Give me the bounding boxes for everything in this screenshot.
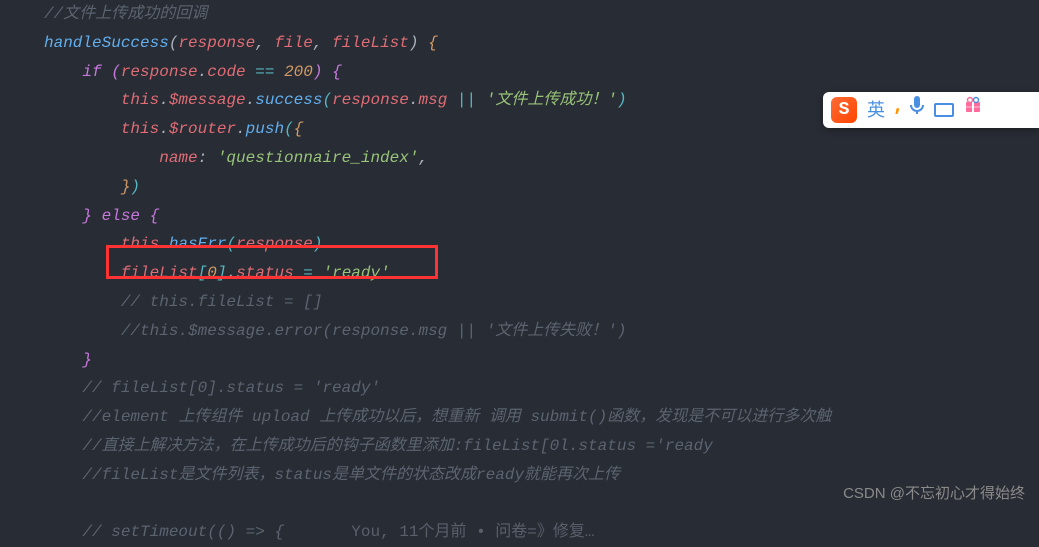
ime-punctuation-icon[interactable]: ⸴ — [895, 92, 900, 128]
comment: // fileList[0].status = 'ready' — [82, 379, 380, 397]
code-line: // this.fileList = [] — [44, 288, 1039, 317]
comment: //文件上传成功的回调 — [44, 5, 207, 23]
comment: // this.fileList = [] — [121, 293, 323, 311]
param: file — [274, 34, 312, 52]
keyword: else — [102, 207, 140, 225]
method: success — [255, 91, 322, 109]
this-keyword: this — [121, 235, 159, 253]
property: status — [236, 264, 294, 282]
comment: //直接上解决方法，在上传成功后的钩子函数里添加:fileList[0l.sta… — [82, 437, 712, 455]
keyboard-icon[interactable] — [934, 103, 954, 117]
this-keyword: this — [121, 120, 159, 138]
microphone-icon[interactable] — [910, 96, 924, 125]
csdn-watermark: CSDN @不忘初心才得始终 — [843, 480, 1025, 507]
number: 200 — [284, 63, 313, 81]
property: code — [207, 63, 245, 81]
object-key: name — [159, 149, 197, 167]
code-editor[interactable]: //文件上传成功的回调 handleSuccess(response, file… — [0, 0, 1039, 547]
code-line: }) — [44, 173, 1039, 202]
variable: response — [121, 63, 198, 81]
property: $router — [169, 120, 236, 138]
code-line: //element 上传组件 upload 上传成功以后，想重新 调用 subm… — [44, 403, 1039, 432]
code-line: } — [44, 346, 1039, 375]
code-line: } else { — [44, 202, 1039, 231]
code-line: name: 'questionnaire_index', — [44, 144, 1039, 173]
code-line: //this.$message.error(response.msg || '文… — [44, 317, 1039, 346]
property: msg — [419, 91, 448, 109]
code-line: handleSuccess(response, file, fileList) … — [44, 29, 1039, 58]
string: 'ready' — [323, 264, 390, 282]
comment: //this.$message.error(response.msg || '文… — [121, 322, 627, 340]
code-line: this.hasErr(response) — [44, 230, 1039, 259]
param: response — [178, 34, 255, 52]
code-line: // fileList[0].status = 'ready' — [44, 374, 1039, 403]
number: 0 — [207, 264, 217, 282]
param: fileList — [332, 34, 409, 52]
comment: //fileList是文件列表，status是单文件的状态改成ready就能再次… — [82, 466, 620, 484]
code-line: //文件上传成功的回调 — [44, 0, 1039, 29]
comment: //element 上传组件 upload 上传成功以后，想重新 调用 subm… — [82, 408, 831, 426]
code-line: fileList[0].status = 'ready' — [44, 259, 1039, 288]
property: $message — [169, 91, 246, 109]
method: hasErr — [169, 235, 227, 253]
code-line: // setTimeout(() => { You, 11个月前 • 问卷=》修… — [44, 518, 1039, 547]
keyword: if — [82, 63, 101, 81]
operator: == — [255, 63, 274, 81]
code-line: if (response.code == 200) { — [44, 58, 1039, 87]
function-name: handleSuccess — [44, 34, 169, 52]
comment: // setTimeout(() => { — [82, 523, 284, 541]
git-blame-annotation: You, 11个月前 • 问卷=》修复… — [351, 523, 594, 541]
code-line: //直接上解决方法，在上传成功后的钩子函数里添加:fileList[0l.sta… — [44, 432, 1039, 461]
operator: || — [457, 91, 476, 109]
string: '文件上传成功！' — [486, 91, 617, 109]
method: push — [246, 120, 284, 138]
gift-icon[interactable] — [964, 96, 982, 125]
variable: response — [236, 235, 313, 253]
this-keyword: this — [121, 91, 159, 109]
ime-language-indicator[interactable]: 英 — [867, 94, 885, 126]
variable: fileList — [121, 264, 198, 282]
string: 'questionnaire_index' — [217, 149, 419, 167]
sogou-logo-icon[interactable]: S — [831, 97, 857, 123]
ime-toolbar[interactable]: S 英 ⸴ — [823, 92, 1039, 128]
variable: response — [332, 91, 409, 109]
